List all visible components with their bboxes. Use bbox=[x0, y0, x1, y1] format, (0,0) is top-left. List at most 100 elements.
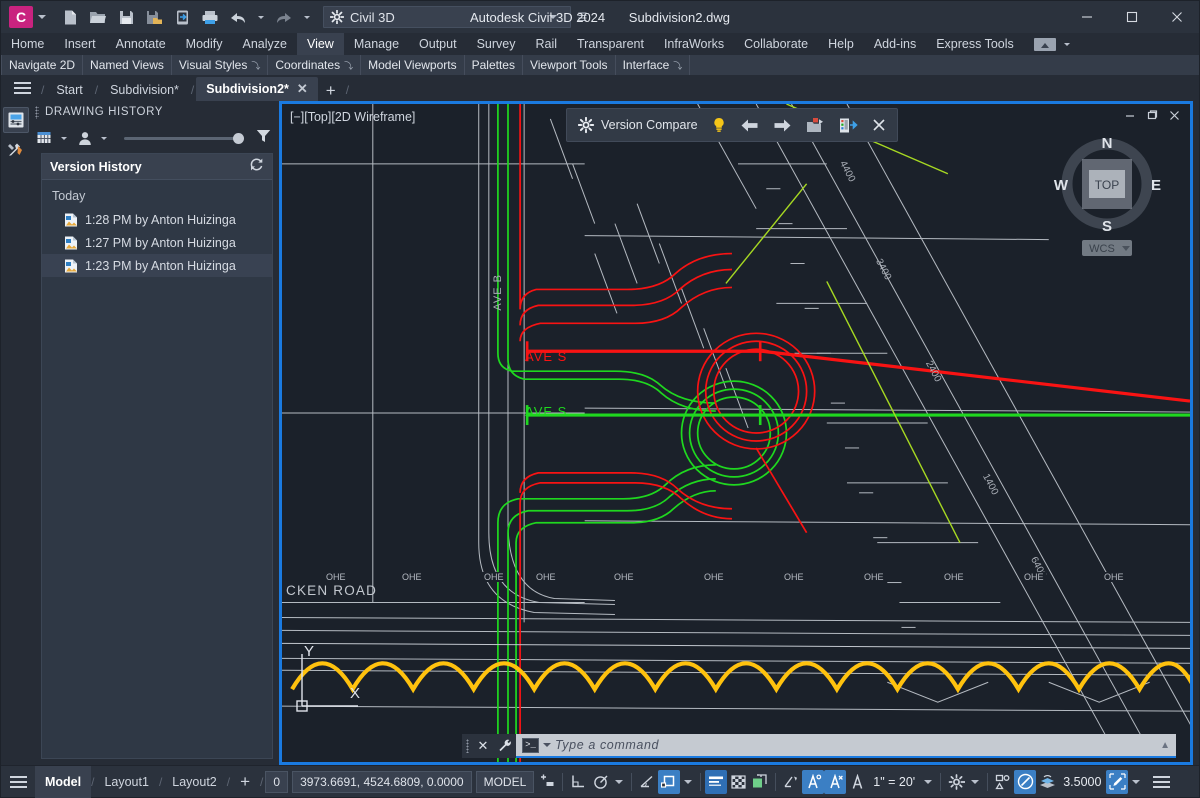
object-snap-tracking-icon[interactable] bbox=[658, 769, 681, 794]
ribbon-minimize-caret-icon[interactable] bbox=[1063, 42, 1070, 46]
new-icon[interactable] bbox=[57, 5, 83, 29]
panel-expand-icon[interactable]: ⤵ bbox=[251, 59, 260, 72]
close-button[interactable] bbox=[1154, 1, 1199, 33]
workspace-caret-icon[interactable] bbox=[549, 15, 557, 19]
ribbon-tab-infraworks[interactable]: InfraWorks bbox=[654, 33, 734, 55]
ribbon-tab-transparent[interactable]: Transparent bbox=[567, 33, 654, 55]
customization-icon[interactable] bbox=[1144, 775, 1178, 788]
version-compare-close-button[interactable] bbox=[865, 111, 893, 139]
ribbon-tab-add-ins[interactable]: Add-ins bbox=[864, 33, 926, 55]
coordinate-readout[interactable]: 3973.6691, 4524.6809, 0.0000 bbox=[292, 770, 472, 793]
ribbon-minimize-icon[interactable] bbox=[1033, 37, 1056, 51]
person-filter-dropdown[interactable] bbox=[78, 131, 112, 146]
transparency-display-icon[interactable] bbox=[727, 770, 749, 794]
ribbon-panel-navigate-2d[interactable]: Navigate 2D bbox=[1, 55, 84, 75]
workspace-switching-icon[interactable] bbox=[945, 770, 967, 794]
timeline-slider[interactable] bbox=[118, 132, 250, 144]
lineweight-display-icon[interactable] bbox=[705, 769, 728, 794]
ribbon-tab-manage[interactable]: Manage bbox=[344, 33, 409, 55]
ribbon-workspace-switcher[interactable] bbox=[1033, 33, 1075, 55]
customize-icon[interactable] bbox=[494, 734, 516, 758]
ribbon-tab-home[interactable]: Home bbox=[1, 33, 54, 55]
workspace-selector[interactable]: Civil 3D bbox=[323, 6, 571, 28]
ribbon-panel-model-viewports[interactable]: Model Viewports bbox=[361, 55, 465, 75]
panel-expand-icon[interactable]: ⤵ bbox=[673, 59, 682, 72]
panel-expand-icon[interactable]: ⤵ bbox=[344, 59, 353, 72]
app-logo-icon[interactable]: C bbox=[9, 6, 33, 28]
print-icon[interactable] bbox=[197, 5, 223, 29]
command-line-grip[interactable] bbox=[462, 734, 472, 758]
vp-minimize-button[interactable] bbox=[1120, 106, 1140, 124]
file-tab-start[interactable]: Start bbox=[46, 79, 92, 101]
toolspace-icon[interactable] bbox=[3, 107, 29, 133]
layout-tab-model[interactable]: Model bbox=[35, 765, 92, 798]
drawing-viewport[interactable]: AVE B AVE S AVE S CKEN ROAD 4400 3400 24… bbox=[279, 101, 1193, 765]
polar-tracking-icon[interactable] bbox=[589, 770, 611, 794]
space-indicator[interactable]: MODEL bbox=[475, 770, 535, 793]
command-input[interactable]: Type a command bbox=[555, 738, 1156, 752]
grid-filter-dropdown[interactable] bbox=[37, 131, 72, 145]
file-tab-menu-icon[interactable] bbox=[5, 75, 39, 101]
refresh-icon[interactable] bbox=[249, 157, 264, 177]
ribbon-panel-interface[interactable]: Interface ⤵ bbox=[616, 55, 691, 75]
lineweight-swatch-icon[interactable] bbox=[1106, 769, 1129, 794]
ribbon-tab-express-tools[interactable]: Express Tools bbox=[926, 33, 1024, 55]
layers-icon[interactable] bbox=[1036, 770, 1058, 794]
version-compare-prev-button[interactable] bbox=[733, 111, 766, 139]
annotation-visibility-icon[interactable] bbox=[780, 770, 802, 794]
command-prompt-icon[interactable]: >_ bbox=[522, 737, 539, 753]
tools-icon[interactable] bbox=[3, 137, 29, 163]
status-bar-menu-icon[interactable] bbox=[1, 775, 35, 788]
command-line[interactable]: ✕ >_ Type a command ▲ bbox=[462, 734, 1176, 758]
command-line-close-button[interactable]: ✕ bbox=[472, 734, 494, 758]
ribbon-tab-help[interactable]: Help bbox=[818, 33, 864, 55]
layout-tab-layout1[interactable]: Layout1 bbox=[94, 766, 158, 798]
workspace-switching-caret-icon[interactable] bbox=[971, 779, 980, 784]
annotation-monitor-icon[interactable] bbox=[846, 770, 868, 794]
ortho-mode-icon[interactable] bbox=[567, 770, 589, 794]
ribbon-tab-view[interactable]: View bbox=[296, 33, 344, 55]
ribbon-tab-analyze[interactable]: Analyze bbox=[232, 33, 296, 55]
command-input-area[interactable]: >_ Type a command ▲ bbox=[516, 734, 1176, 758]
file-tab-subdivision2[interactable]: Subdivision2* ✕ bbox=[196, 77, 318, 101]
ribbon-panel-named-views[interactable]: Named Views bbox=[83, 55, 172, 75]
ribbon-panel-viewport-tools[interactable]: Viewport Tools bbox=[523, 55, 616, 75]
ribbon-tab-modify[interactable]: Modify bbox=[176, 33, 233, 55]
publish-icon[interactable] bbox=[169, 5, 195, 29]
version-compare-next-button[interactable] bbox=[766, 111, 799, 139]
polar-tracking-caret-icon[interactable] bbox=[615, 779, 624, 784]
funnel-icon[interactable] bbox=[256, 129, 271, 148]
infer-constraints-icon[interactable] bbox=[536, 770, 558, 794]
undo-icon[interactable] bbox=[225, 5, 251, 29]
hardware-accel-icon[interactable] bbox=[992, 770, 1014, 794]
app-menu-caret-icon[interactable] bbox=[38, 15, 46, 19]
vp-close-button[interactable] bbox=[1164, 106, 1184, 124]
workspace-settings-icon[interactable]: ≣ bbox=[577, 9, 588, 25]
viewport-config-label[interactable]: [−][Top][2D Wireframe] bbox=[290, 110, 415, 124]
save-icon[interactable] bbox=[113, 5, 139, 29]
selection-cycling-icon[interactable] bbox=[749, 770, 771, 794]
version-history-item[interactable]: 1:23 PM by Anton Huizinga bbox=[42, 254, 272, 277]
minimize-button[interactable] bbox=[1064, 1, 1109, 33]
ribbon-tab-survey[interactable]: Survey bbox=[467, 33, 526, 55]
ribbon-tab-output[interactable]: Output bbox=[409, 33, 467, 55]
version-compare-settings-button[interactable]: Version Compare bbox=[571, 111, 705, 139]
object-snap-caret-icon[interactable] bbox=[684, 779, 693, 784]
version-history-item[interactable]: 1:28 PM by Anton Huizinga bbox=[42, 208, 272, 231]
redo-dropdown-icon[interactable] bbox=[304, 15, 310, 19]
saveas-icon[interactable] bbox=[141, 5, 167, 29]
ribbon-panel-coordinates[interactable]: Coordinates ⤵ bbox=[268, 55, 362, 75]
autoscale-icon[interactable] bbox=[802, 769, 825, 794]
isodraft-icon[interactable] bbox=[636, 770, 658, 794]
version-history-item[interactable]: 1:27 PM by Anton Huizinga bbox=[42, 231, 272, 254]
annotation-scale-icon[interactable] bbox=[824, 769, 847, 794]
palette-grip-icon[interactable] bbox=[35, 105, 39, 119]
ribbon-tab-insert[interactable]: Insert bbox=[54, 33, 105, 55]
lineweight-caret-icon[interactable] bbox=[1132, 779, 1141, 784]
undo-dropdown-icon[interactable] bbox=[258, 15, 264, 19]
view-cube[interactable]: TOP N S E W WCS bbox=[1052, 132, 1168, 262]
slider-knob[interactable] bbox=[233, 132, 244, 144]
version-compare-bulb-button[interactable] bbox=[705, 111, 733, 139]
annotation-scale-caret-icon[interactable] bbox=[924, 779, 933, 784]
command-expand-icon[interactable]: ▲ bbox=[1160, 740, 1170, 751]
